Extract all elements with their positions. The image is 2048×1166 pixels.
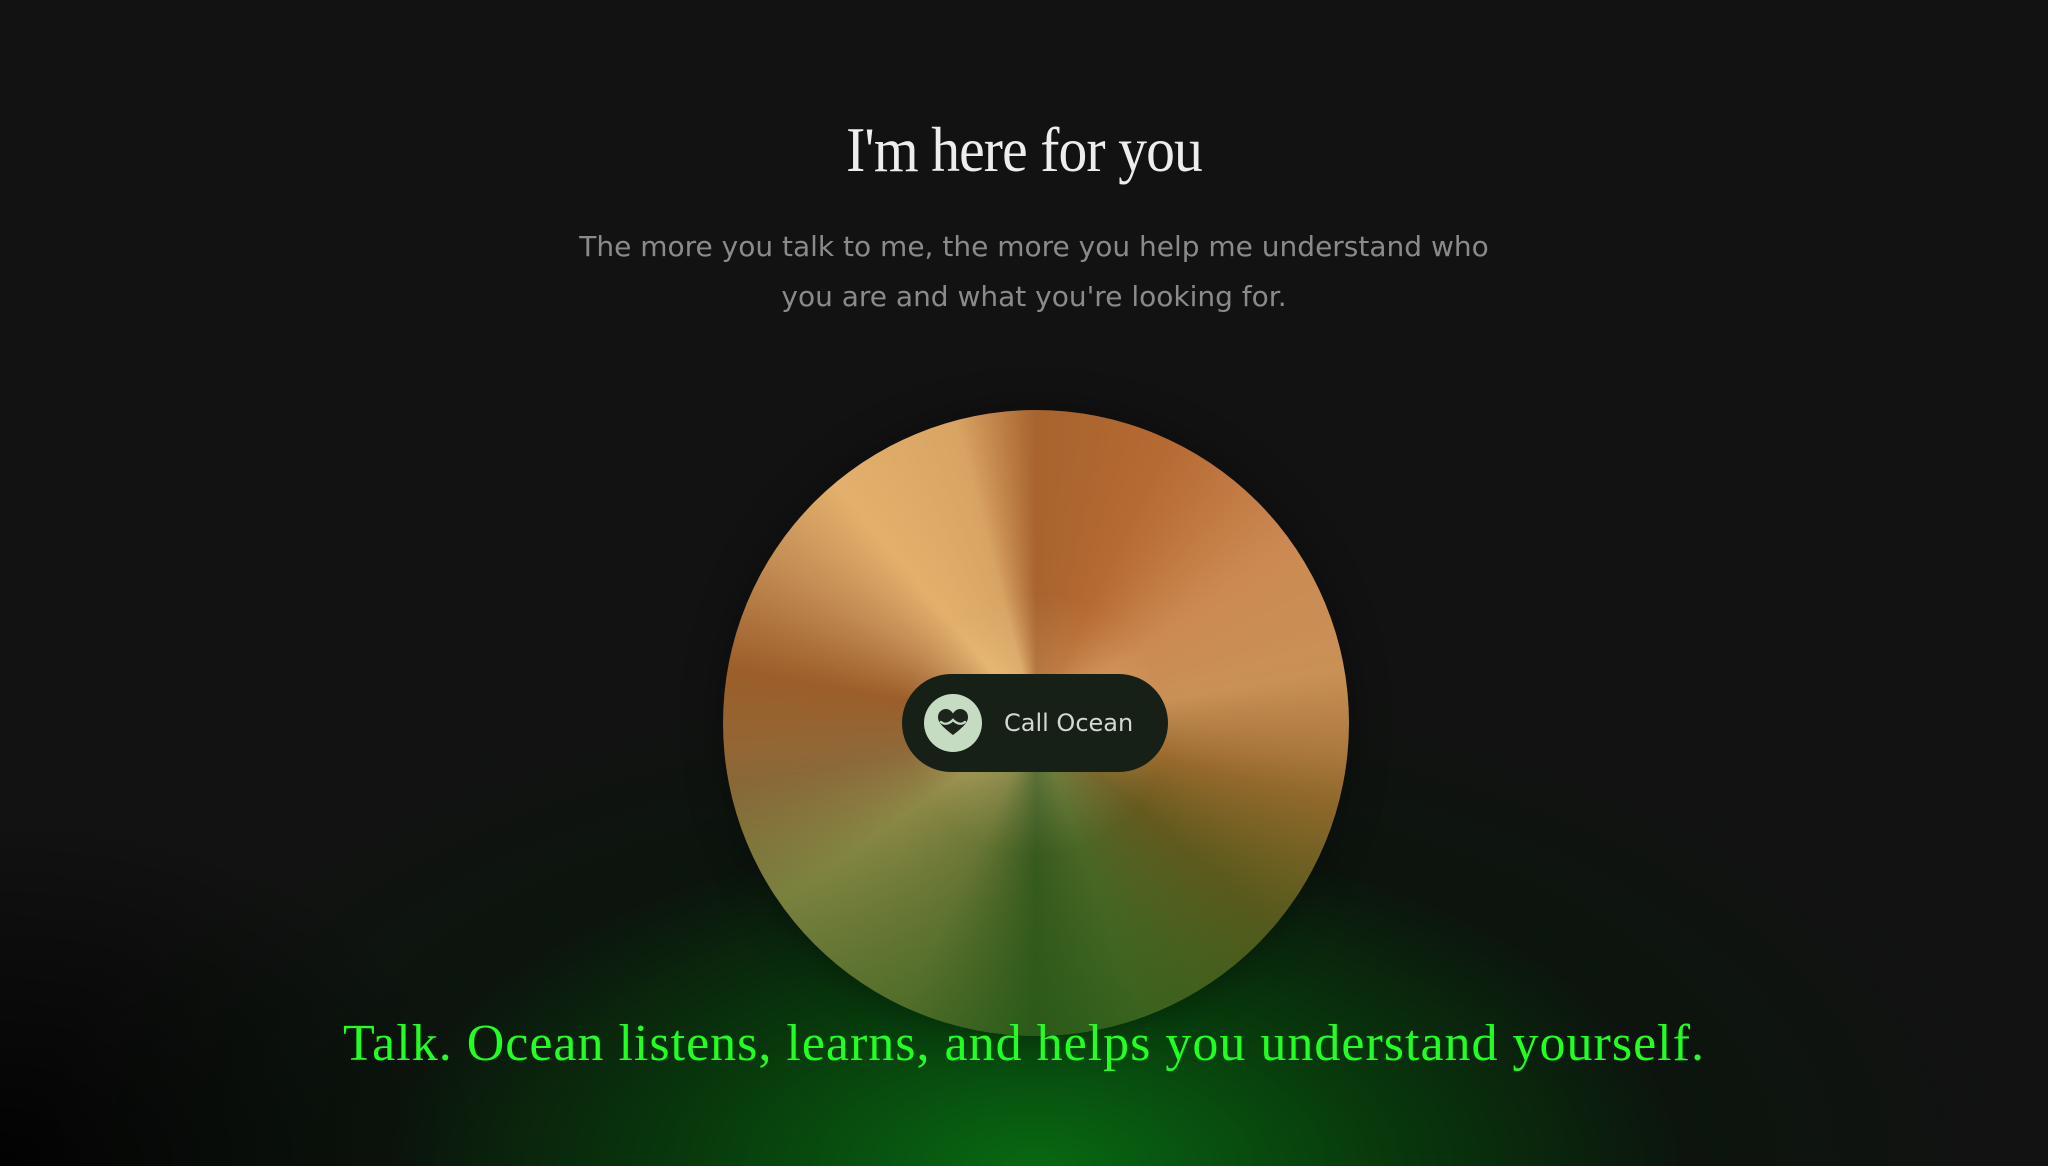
page-title: I'm here for you [846, 114, 1203, 185]
page-subtitle: The more you talk to me, the more you he… [579, 230, 1489, 313]
call-ocean-label: Call Ocean [1004, 709, 1134, 737]
call-ocean-button[interactable]: Call Ocean [902, 674, 1168, 772]
tagline: Talk. Ocean listens, learns, and helps y… [343, 1015, 1705, 1072]
ocean-heart-icon [924, 694, 982, 752]
